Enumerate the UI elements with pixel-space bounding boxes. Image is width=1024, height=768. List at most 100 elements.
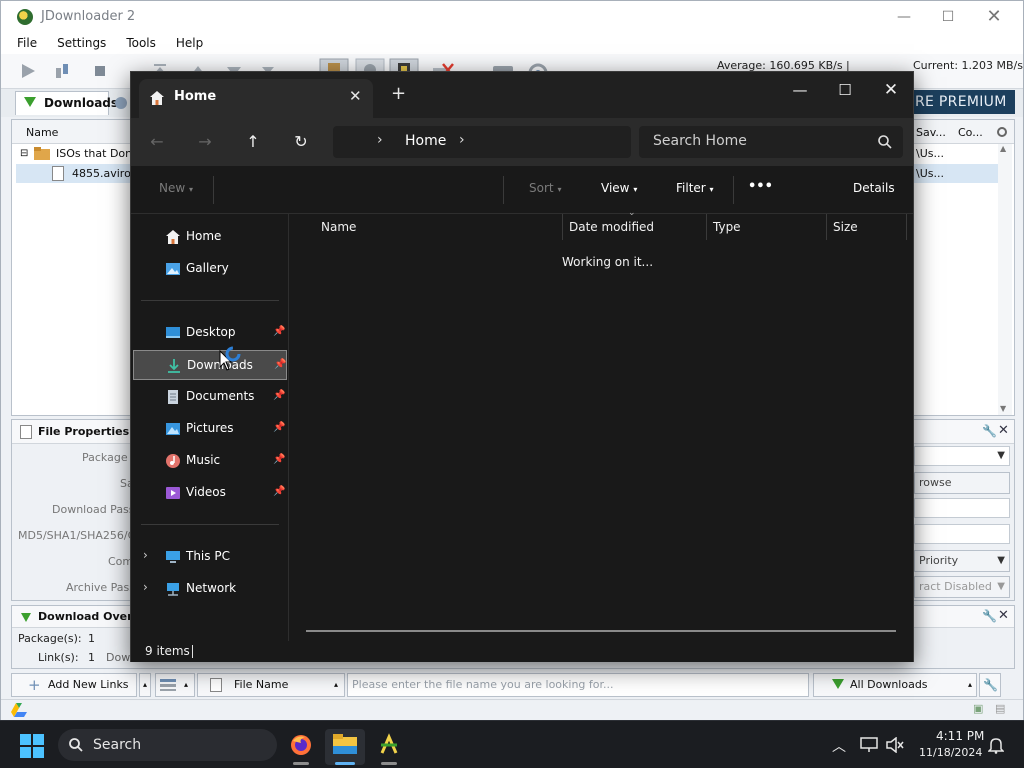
clock-time[interactable]: 4:11 PM — [936, 729, 984, 743]
nav-item-network[interactable]: › Network — [133, 574, 287, 604]
tab-downloads[interactable]: Downloads — [15, 91, 118, 115]
checksum-field[interactable] — [914, 524, 1010, 544]
pin-icon[interactable]: 📌 — [273, 454, 285, 465]
downloads-list-scrollbar[interactable]: ▲ ▼ — [998, 144, 1012, 415]
network-status-icon[interactable] — [860, 737, 878, 753]
nav-item-music[interactable]: Music 📌 — [133, 446, 287, 476]
refresh-icon[interactable]: ↻ — [287, 128, 315, 156]
overview-settings-icon[interactable]: 🔧 — [982, 609, 997, 623]
windows-start-icon[interactable] — [20, 734, 44, 758]
extract-select[interactable]: ract Disabled ▼ — [914, 576, 1010, 598]
column-header-size[interactable]: Size — [833, 220, 858, 234]
column-separator[interactable] — [906, 214, 907, 240]
panel-close-icon[interactable]: ✕ — [998, 423, 1009, 438]
expand-chevron-icon[interactable]: › — [143, 580, 148, 594]
expand-chevron-icon[interactable]: › — [143, 548, 148, 562]
stop-downloads-icon[interactable] — [91, 62, 109, 80]
column-comment[interactable]: Co... — [958, 126, 983, 139]
bottom-settings-button[interactable]: 🔧 — [979, 673, 1001, 697]
column-separator[interactable] — [562, 214, 563, 240]
jd-close-button[interactable]: ✕ — [971, 5, 1017, 29]
pin-icon[interactable]: 📌 — [273, 422, 285, 433]
horizontal-scrollbar[interactable] — [306, 630, 896, 632]
details-button[interactable]: Details — [853, 181, 895, 195]
nav-item-documents[interactable]: Documents 📌 — [133, 382, 287, 412]
status-tray-icon-1[interactable]: ▣ — [973, 702, 983, 715]
breadcrumb-chevron-icon[interactable]: › — [459, 132, 465, 148]
nav-item-desktop[interactable]: Desktop 📌 — [133, 318, 287, 348]
taskbar-jdownloader[interactable] — [369, 729, 409, 765]
pin-icon[interactable]: 📌 — [273, 326, 285, 337]
column-header-name[interactable]: Name — [321, 220, 356, 234]
show-hidden-icons-chevron-icon[interactable]: ︿ — [832, 736, 846, 756]
taskbar-search-box[interactable]: Search — [58, 729, 277, 761]
explorer-maximize-button[interactable]: ☐ — [822, 76, 868, 104]
volume-muted-icon[interactable] — [886, 737, 904, 753]
explorer-search-input[interactable]: Search Home — [639, 126, 903, 158]
new-tab-icon[interactable]: + — [391, 83, 406, 104]
add-new-links-button[interactable]: + Add New Links — [11, 673, 137, 697]
file-search-input[interactable]: Please enter the file name you are looki… — [347, 673, 809, 697]
explorer-minimize-button[interactable]: — — [777, 76, 823, 104]
nav-item-home[interactable]: Home — [133, 222, 287, 252]
status-tray-icon-2[interactable]: ▤ — [995, 702, 1005, 715]
column-save-to[interactable]: Sav... — [916, 126, 946, 139]
premium-banner[interactable]: RE PREMIUM — [913, 90, 1015, 114]
clock-date[interactable]: 11/18/2024 — [919, 746, 982, 759]
jd-menu-file[interactable]: File — [17, 36, 37, 50]
add-links-menu-button[interactable]: ▴ — [139, 673, 151, 697]
sort-button[interactable]: Sort ▾ — [529, 181, 561, 195]
column-header-date-modified[interactable]: Date modified — [569, 220, 654, 234]
jd-minimize-button[interactable]: — — [881, 5, 927, 29]
pin-icon[interactable]: 📌 — [273, 390, 285, 401]
tab-close-icon[interactable]: ✕ — [349, 87, 362, 105]
pin-icon[interactable]: 📌 — [274, 359, 286, 370]
taskbar-file-explorer[interactable] — [325, 729, 365, 765]
jd-maximize-button[interactable]: ☐ — [925, 5, 971, 29]
panel-settings-icon[interactable]: 🔧 — [982, 424, 997, 438]
start-downloads-icon[interactable] — [19, 62, 37, 80]
package-field[interactable]: ▼ — [914, 446, 1010, 466]
nav-item-videos[interactable]: Videos 📌 — [133, 478, 287, 508]
search-field-select[interactable]: File Name ▴ — [197, 673, 345, 697]
address-bar[interactable]: › Home › — [333, 126, 631, 158]
notification-bell-icon[interactable] — [988, 736, 1004, 754]
scroll-down-icon[interactable]: ▼ — [1000, 404, 1006, 413]
overview-close-icon[interactable]: ✕ — [998, 608, 1009, 623]
new-button[interactable]: New ▾ — [159, 181, 193, 195]
explorer-close-button[interactable]: ✕ — [868, 76, 914, 104]
scroll-up-icon[interactable]: ▲ — [1000, 144, 1006, 153]
nav-item-this-pc[interactable]: › This PC — [133, 542, 287, 572]
column-separator[interactable] — [826, 214, 827, 240]
breadcrumb-home[interactable]: Home — [405, 133, 446, 149]
taskbar-firefox[interactable] — [281, 729, 321, 765]
column-separator[interactable] — [706, 214, 707, 240]
filter-button[interactable]: Filter ▾ — [676, 181, 714, 195]
priority-select[interactable]: Priority ▼ — [914, 550, 1010, 572]
more-options-button[interactable]: ••• — [748, 179, 773, 194]
back-arrow-icon[interactable]: ← — [143, 128, 171, 156]
breadcrumb-chevron-icon[interactable]: › — [377, 132, 383, 148]
nav-item-pictures[interactable]: Pictures 📌 — [133, 414, 287, 444]
collapse-toggle-icon[interactable]: ⊟ — [20, 144, 28, 163]
jd-menu-tools[interactable]: Tools — [126, 36, 156, 50]
view-button[interactable]: View ▾ — [601, 181, 637, 195]
explorer-tab-home[interactable]: Home ✕ — [139, 79, 373, 118]
nav-item-gallery[interactable]: Gallery — [133, 254, 287, 284]
jd-menu-settings[interactable]: Settings — [57, 36, 106, 50]
pin-icon[interactable]: 📌 — [273, 486, 285, 497]
column-settings-gear-icon[interactable] — [996, 126, 1008, 138]
linkgrabber-tab-icon[interactable] — [113, 95, 129, 111]
google-drive-icon[interactable] — [11, 703, 27, 717]
column-header-type[interactable]: Type — [713, 220, 741, 234]
column-name[interactable]: Name — [26, 126, 58, 139]
download-password-field[interactable] — [914, 498, 1010, 518]
jd-menu-help[interactable]: Help — [176, 36, 203, 50]
pause-downloads-icon[interactable] — [53, 62, 71, 80]
all-downloads-filter[interactable]: All Downloads ▴ — [813, 673, 977, 697]
nav-item-downloads[interactable]: Downloads 📌 — [133, 350, 287, 380]
list-options-button[interactable]: ▴ — [155, 673, 195, 697]
browse-button[interactable]: rowse — [914, 472, 1010, 494]
up-arrow-icon[interactable]: ↑ — [239, 128, 267, 156]
forward-arrow-icon[interactable]: → — [191, 128, 219, 156]
